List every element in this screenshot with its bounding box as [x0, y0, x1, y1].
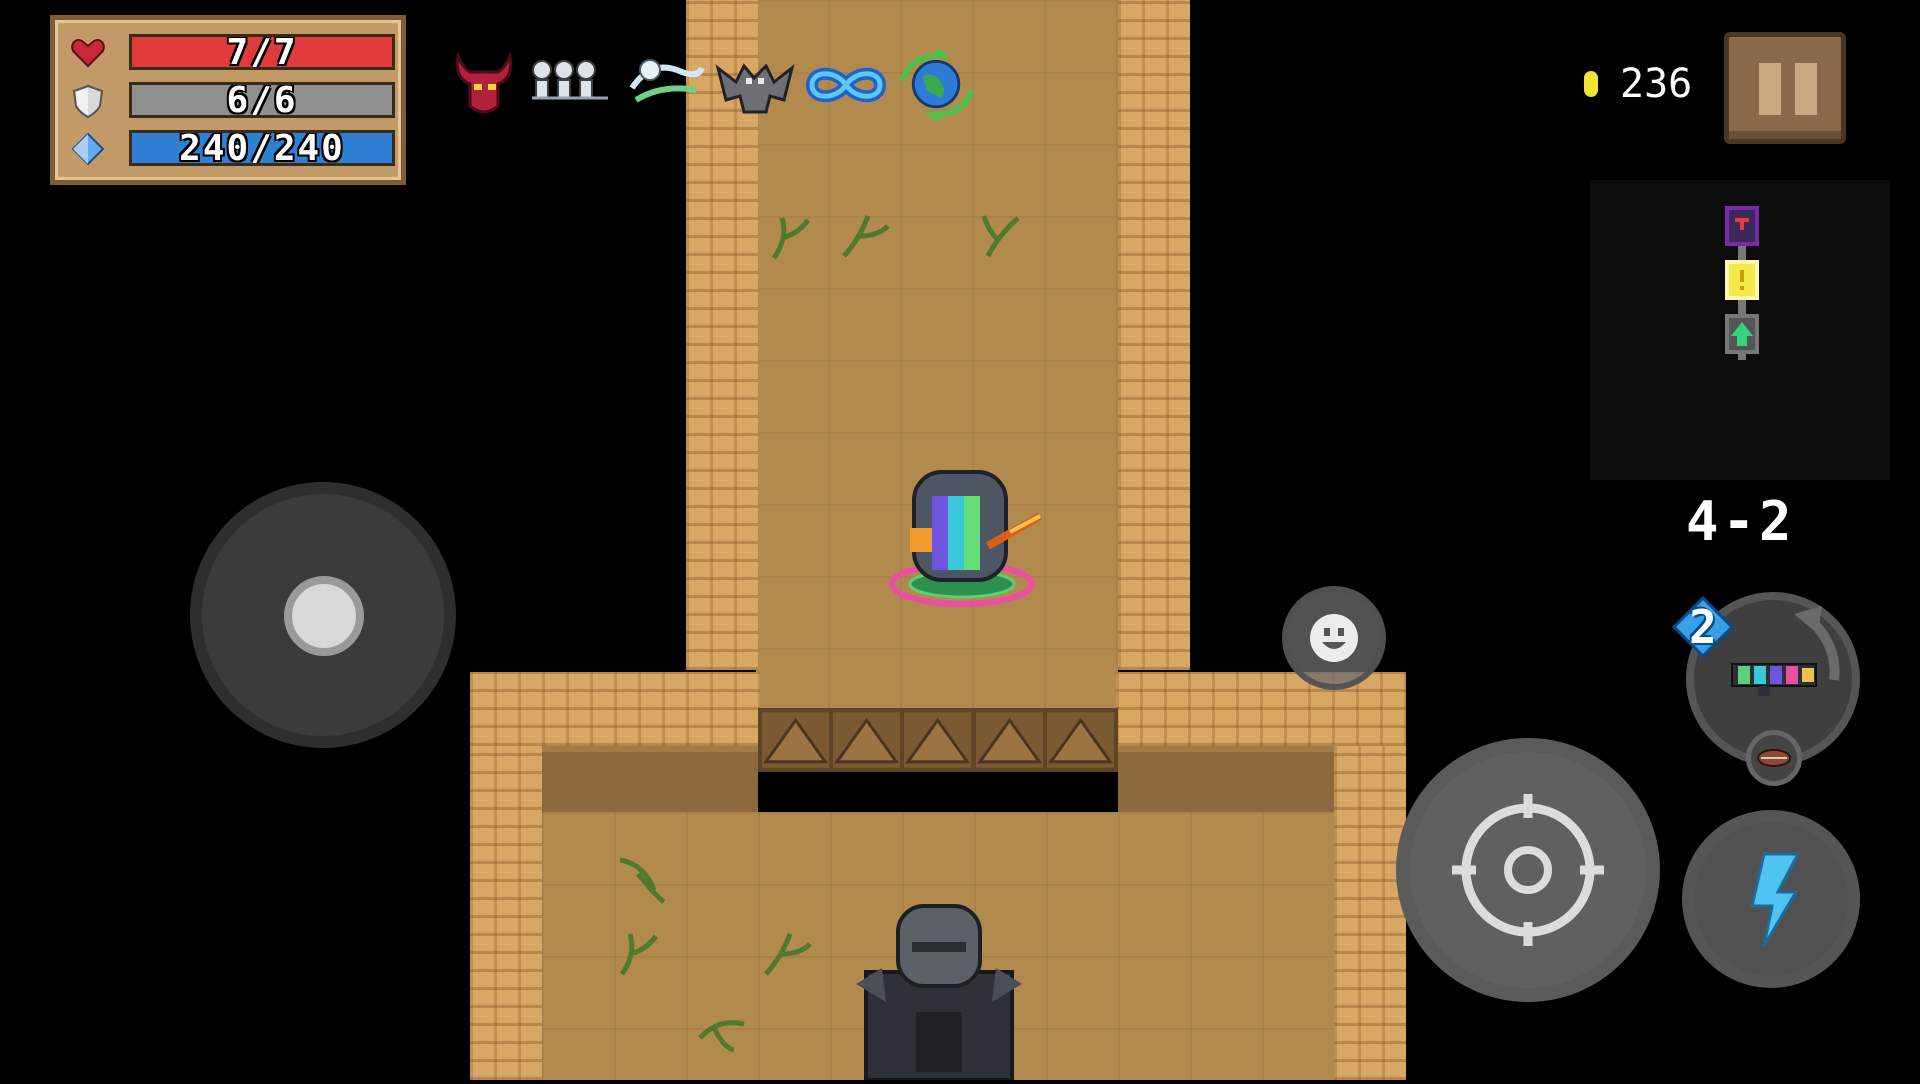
demon-horns-buff-icon [455, 50, 513, 114]
energy-row: 240/240 [65, 128, 405, 170]
armor-text: 6/6 [226, 82, 298, 118]
minimap-start-room [1725, 314, 1759, 354]
fire-button[interactable] [1396, 738, 1660, 1002]
room-top-wall-left [470, 672, 760, 746]
secondary-weapon-slot[interactable] [1746, 730, 1802, 786]
infinity-buff-icon [805, 67, 887, 103]
health-bar: 7/7 [129, 34, 395, 70]
armor-bar: 6/6 [129, 82, 395, 118]
room-wall-right [1334, 746, 1406, 1080]
heart-icon [71, 39, 105, 68]
vine-decoration [614, 850, 670, 906]
ghost-wind-buff-icon [629, 59, 705, 103]
armored-statue [846, 902, 1032, 1082]
health-text: 7/7 [226, 34, 298, 70]
room-wall-face-right [1118, 746, 1334, 818]
vine-decoration [760, 924, 816, 980]
coin-count: 236 [1620, 61, 1693, 107]
energy-text: 240/240 [179, 130, 345, 166]
joystick-knob[interactable] [284, 576, 364, 656]
energy-cost-text: 2 [1689, 600, 1717, 654]
minimap-event-room [1725, 260, 1759, 300]
pause-button[interactable] [1724, 32, 1846, 144]
skill-button[interactable] [1682, 810, 1860, 988]
health-row: 7/7 [65, 32, 405, 74]
corridor-wall-right [1118, 0, 1190, 670]
spike-gate [758, 708, 1118, 772]
buff-bar [444, 0, 984, 130]
crosshair-icon [1452, 794, 1604, 946]
lightning-icon [1750, 852, 1801, 947]
vine-decoration [616, 924, 672, 980]
vine-decoration [978, 206, 1034, 262]
armor-row: 6/6 [65, 80, 405, 122]
smiley-icon [1310, 614, 1358, 662]
gold-coin-icon [1584, 71, 1598, 97]
vine-decoration [768, 208, 824, 264]
vine-decoration [694, 998, 750, 1054]
pause-icon [1795, 63, 1817, 115]
globe-buff-icon [899, 48, 975, 122]
energy-bar: 240/240 [129, 130, 395, 166]
stats-panel: 7/7 6/6 240/240 [50, 15, 406, 185]
minimap[interactable] [1590, 180, 1890, 480]
pause-icon [1759, 63, 1781, 115]
skeleton-squad-buff-icon [532, 60, 608, 100]
room-wall-left [470, 746, 542, 1080]
energy-cost-badge: 2 [1672, 596, 1734, 658]
vine-decoration [838, 206, 894, 262]
room-wall-face-left [542, 746, 758, 818]
player-character [880, 466, 1050, 612]
gargoyle-buff-icon [715, 63, 795, 114]
minimap-boss-room [1725, 206, 1759, 246]
bug-weapon-icon [1757, 749, 1791, 767]
shield-icon [72, 84, 104, 118]
emote-button[interactable] [1282, 586, 1386, 690]
energy-crystal-icon [71, 132, 105, 166]
rainbow-gun-icon [1731, 663, 1817, 696]
level-indicator: 4-2 [1686, 490, 1796, 553]
